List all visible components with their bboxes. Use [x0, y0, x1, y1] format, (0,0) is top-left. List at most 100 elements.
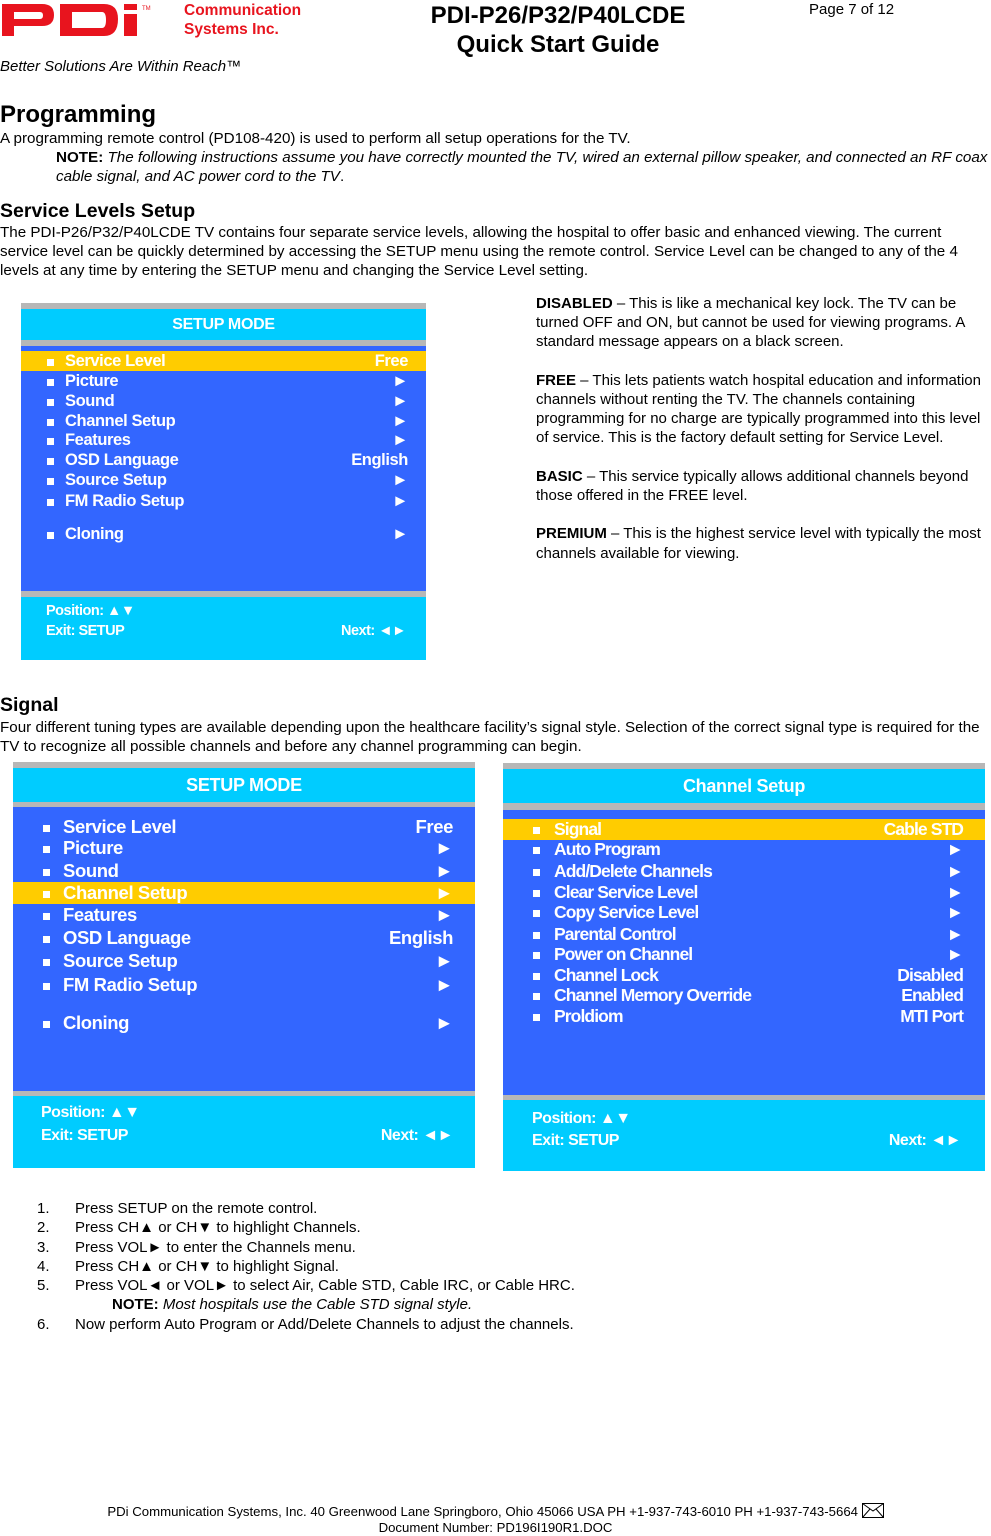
- submenu-arrow-icon: ►: [435, 860, 453, 881]
- menu-item[interactable]: Add/Delete Channels ►: [503, 861, 985, 882]
- menu-item[interactable]: Sound ►: [21, 391, 426, 411]
- menu-item[interactable]: FM Radio Setup ►: [21, 491, 426, 511]
- menu-item-label: Features: [65, 431, 131, 449]
- bullet-icon: [43, 983, 50, 990]
- menu-title: SETUP MODE: [21, 309, 426, 340]
- menu-item[interactable]: Channel Lock Disabled: [503, 965, 985, 986]
- bullet-icon: [533, 932, 540, 939]
- bullet-icon: [47, 379, 54, 386]
- menu-item[interactable]: Sound ►: [13, 860, 475, 882]
- menu-item-label: Channel Memory Override: [554, 985, 752, 1005]
- bullet-icon: [533, 1014, 540, 1021]
- menu-item[interactable]: Signal Cable STD: [503, 819, 985, 840]
- submenu-arrow-icon: ►: [435, 950, 453, 971]
- submenu-arrow-icon: ►: [435, 1012, 453, 1033]
- footer-exit-hint: Exit: SETUP: [46, 623, 125, 639]
- menu-item-value: Disabled: [897, 965, 964, 985]
- menu-item[interactable]: Service Level Free: [21, 351, 426, 371]
- menu-item-label: Channel Setup: [63, 882, 188, 903]
- menu-item[interactable]: Cloning ►: [13, 1012, 475, 1034]
- bullet-icon: [43, 913, 50, 920]
- menu-item[interactable]: Power on Channel ►: [503, 944, 985, 965]
- menu-item-label: Sound: [65, 392, 115, 410]
- menu-item-label: Signal: [554, 819, 602, 839]
- service-levels-body: The PDI-P26/P32/P40LCDE TV contains four…: [0, 224, 958, 279]
- level-basic: BASIC – This service typically allows ad…: [536, 467, 969, 504]
- menu-footer: Position: ▲▼ Exit: SETUP Next: ◄►: [13, 1096, 475, 1168]
- footer-next-hint: Next: ◄►: [888, 1132, 962, 1149]
- submenu-arrow-icon: ►: [392, 392, 408, 410]
- programming-intro: A programming remote control (PD108-420)…: [0, 130, 631, 147]
- menu-title: Channel Setup: [503, 769, 985, 803]
- menu-item-label: Channel Lock: [554, 965, 659, 985]
- menu-item-label: Picture: [65, 372, 119, 390]
- menu-item[interactable]: Source Setup ►: [13, 950, 475, 972]
- bullet-icon: [43, 825, 50, 832]
- bullet-icon: [43, 891, 50, 898]
- bullet-icon: [47, 478, 54, 485]
- signal-body: Four different tuning types are availabl…: [0, 719, 980, 755]
- menu-item[interactable]: Proldiom MTI Port: [503, 1006, 985, 1027]
- menu-item[interactable]: Copy Service Level ►: [503, 902, 985, 923]
- bullet-icon: [43, 936, 50, 943]
- menu-item[interactable]: Features ►: [13, 904, 475, 926]
- step-item: 1. Press SETUP on the remote control.: [37, 1200, 318, 1217]
- document-title: PDI-P26/P32/P40LCDE Quick Start Guide: [430, 2, 686, 58]
- bullet-icon: [533, 952, 540, 959]
- menu-item[interactable]: Clear Service Level ►: [503, 882, 985, 903]
- menu-item-label: Auto Program: [554, 839, 661, 859]
- menu-item[interactable]: Picture ►: [13, 837, 475, 859]
- menu-item-label: Source Setup: [65, 471, 167, 489]
- menu-footer: Position: ▲▼ Exit: SETUP Next: ◄►: [503, 1100, 985, 1171]
- menu-item-label: Copy Service Level: [554, 902, 699, 922]
- menu-item[interactable]: Channel Setup ►: [21, 411, 426, 431]
- footer-exit-hint: Exit: SETUP: [532, 1132, 619, 1149]
- submenu-arrow-icon: ►: [946, 839, 964, 859]
- bullet-icon: [533, 910, 540, 917]
- step-item: 5. Press VOL◄ or VOL► to select Air, Cabl…: [37, 1277, 575, 1295]
- submenu-arrow-icon: ►: [392, 412, 408, 430]
- menu-item[interactable]: Source Setup ►: [21, 470, 426, 490]
- setup-mode-menu-screenshot-2: SETUP MODE Service Level Free Picture ► Soun…: [13, 762, 475, 1168]
- menu-item[interactable]: Channel Setup ►: [13, 882, 475, 904]
- menu-item-label: FM Radio Setup: [63, 974, 198, 995]
- menu-item[interactable]: Channel Memory Override Enabled: [503, 985, 985, 1006]
- menu-item[interactable]: Features ►: [21, 430, 426, 450]
- menu-item[interactable]: OSD Language English: [13, 927, 475, 949]
- bullet-icon: [533, 869, 540, 876]
- level-premium: PREMIUM – This is the highest service le…: [536, 525, 981, 562]
- menu-item-value: Free: [415, 816, 454, 837]
- level-disabled: DISABLED – This is like a mechanical key…: [536, 295, 965, 351]
- menu-item[interactable]: OSD Language English: [21, 450, 426, 470]
- menu-item-label: Add/Delete Channels: [554, 861, 713, 881]
- menu-item[interactable]: Parental Control ►: [503, 924, 985, 945]
- setup-mode-menu-screenshot: SETUP MODE Service Level Free Picture ► Soun…: [21, 303, 426, 660]
- footer-position-hint: Position: ▲▼: [532, 1110, 631, 1127]
- page-footer: PDi Communication Systems, Inc. 40 Green…: [0, 1503, 991, 1536]
- menu-item-label: Service Level: [63, 816, 177, 837]
- menu-item[interactable]: Picture ►: [21, 371, 426, 391]
- menu-item-label: Sound: [63, 860, 119, 881]
- menu-item-label: Source Setup: [63, 950, 178, 971]
- menu-item[interactable]: Auto Program ►: [503, 839, 985, 860]
- menu-item[interactable]: Service Level Free: [13, 816, 475, 838]
- signal-steps-list: 1. Press SETUP on the remote control. 2. P…: [37, 1199, 575, 1334]
- bullet-icon: [43, 869, 50, 876]
- menu-item[interactable]: FM Radio Setup ►: [13, 974, 475, 996]
- step-item: 6. Now perform Auto Program or Add/Delete…: [37, 1315, 574, 1333]
- menu-item-label: Features: [63, 904, 137, 925]
- menu-item-value: English: [388, 927, 453, 948]
- service-level-descriptions: DISABLED – This is like a mechanical key…: [536, 294, 986, 582]
- submenu-arrow-icon: ►: [946, 902, 964, 922]
- menu-item[interactable]: Cloning ►: [21, 524, 426, 544]
- submenu-arrow-icon: ►: [392, 525, 408, 543]
- menu-item-value: MTI Port: [900, 1006, 964, 1026]
- menu-item-label: OSD Language: [65, 451, 179, 469]
- bullet-icon: [43, 1021, 50, 1028]
- footer-next-hint: Next: ◄►: [341, 623, 407, 639]
- programming-heading: Programming: [0, 101, 157, 128]
- step-item: 2. Press CH▲ or CH▼ to highlight Channels…: [37, 1219, 361, 1237]
- envelope-icon[interactable]: [861, 1503, 884, 1518]
- bullet-icon: [47, 458, 54, 465]
- steps-note: NOTE: Most hospitals use the Cable STD s…: [112, 1296, 473, 1314]
